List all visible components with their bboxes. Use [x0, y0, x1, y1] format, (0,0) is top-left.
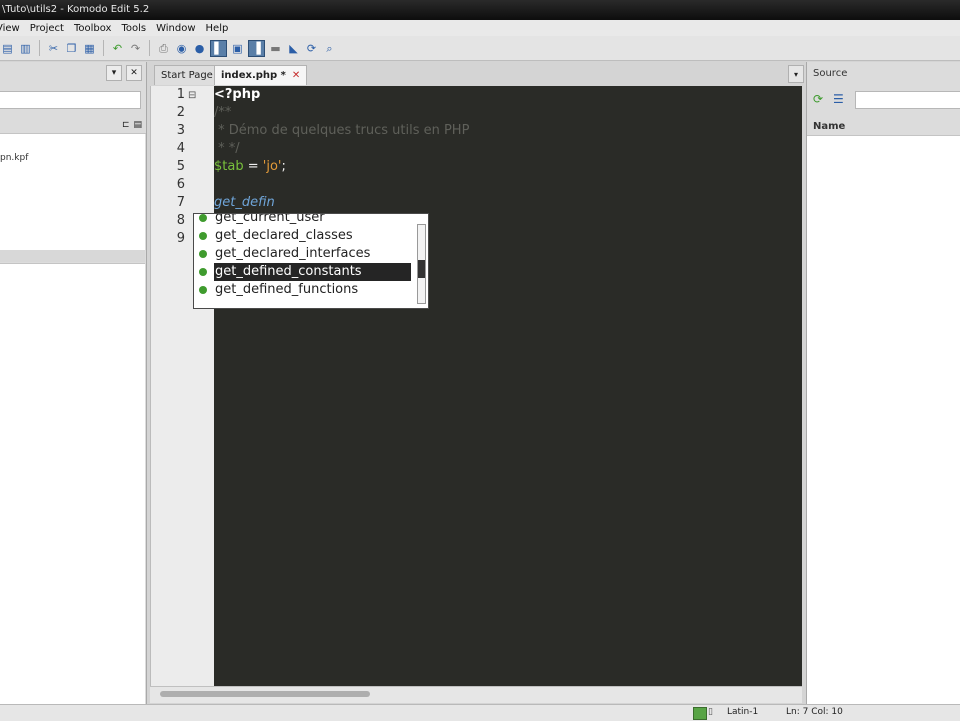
tree-menu-icon[interactable]: ▤: [133, 120, 142, 130]
menu-bar: View Project Toolbox Tools Window Help: [0, 20, 960, 36]
chevron-down-icon[interactable]: ▾: [106, 65, 122, 81]
tab-label: Start Page: [161, 70, 213, 81]
toolbar-separator: [103, 40, 104, 56]
autocomplete-item[interactable]: get_declared_interfaces: [194, 245, 412, 263]
fold-icon[interactable]: ⊟: [188, 90, 198, 101]
tab-index-php[interactable]: index.php * ✕: [214, 65, 308, 85]
left-pane-header: ▾ ✕: [0, 62, 146, 84]
toolbar-separator: [39, 40, 40, 56]
semicolon-token: ;: [281, 159, 286, 174]
line-number: 3: [176, 123, 185, 138]
autocomplete-item[interactable]: get_defined_functions: [194, 281, 412, 299]
string-token: 'jo': [262, 159, 282, 174]
menu-help[interactable]: Help: [201, 23, 234, 34]
project-filter-input[interactable]: [0, 91, 141, 109]
save-all-icon[interactable]: ▥: [18, 41, 33, 56]
autocomplete-scrollbar[interactable]: [417, 224, 426, 304]
function-icon: [199, 214, 207, 222]
cut-icon[interactable]: ✂: [46, 41, 61, 56]
chevron-down-icon[interactable]: ▾: [788, 65, 804, 83]
menu-tools[interactable]: Tools: [116, 23, 151, 34]
refresh-icon[interactable]: ⟳: [813, 92, 827, 106]
pane-divider[interactable]: [0, 250, 145, 262]
tab-start-page[interactable]: Start Page: [154, 65, 220, 85]
left-pane: ▾ ✕ ⊏ ▤ pn.kpf: [0, 62, 147, 705]
redo-icon[interactable]: ↷: [128, 41, 143, 56]
toolbar-separator: [149, 40, 150, 56]
left-pane-toggle-icon[interactable]: ▌: [210, 39, 227, 57]
title-bar: \Tuto\utils2 - Komodo Edit 5.2: [0, 0, 960, 20]
paste-icon[interactable]: ▦: [82, 41, 97, 56]
code-browser-search-input[interactable]: [855, 91, 960, 109]
editor-horizontal-scrollbar[interactable]: [150, 686, 802, 703]
run-icon[interactable]: ◣: [286, 41, 301, 56]
right-pane: Source ⟳ ☰ Name: [806, 62, 960, 704]
menu-project[interactable]: Project: [25, 23, 69, 34]
variable-token: $tab: [214, 159, 244, 174]
menu-view[interactable]: View: [0, 23, 25, 34]
browser-icon[interactable]: ●: [192, 41, 207, 56]
code-line-comment: * */: [214, 141, 240, 156]
function-icon: [199, 286, 207, 294]
code-editor[interactable]: <?php /** * Démo de quelques trucs utils…: [214, 86, 802, 686]
tree-options-icon[interactable]: ⊏: [122, 120, 130, 130]
autocomplete-item[interactable]: get_current_user: [194, 214, 412, 227]
line-number: 6: [176, 177, 185, 192]
undo-icon[interactable]: ↶: [110, 41, 125, 56]
right-pane-toggle-icon[interactable]: ▐: [248, 39, 265, 57]
code-line-comment: /**: [214, 105, 232, 120]
code-browser-tree: [807, 136, 960, 704]
project-tree: pn.kpf: [0, 134, 145, 250]
operator-token: =: [243, 159, 263, 174]
autocomplete-item-selected[interactable]: get_defined_constants: [199, 263, 411, 281]
window-title: \Tuto\utils2 - Komodo Edit 5.2: [2, 4, 150, 15]
syntax-check-icon[interactable]: [693, 707, 707, 720]
tab-label: index.php *: [221, 70, 286, 81]
list-view-icon[interactable]: ☰: [833, 92, 847, 106]
cursor-position: Ln: 7 Col: 10: [786, 707, 843, 717]
code-line-assignment: $tab = 'jo';: [214, 159, 286, 174]
function-icon: [199, 268, 207, 276]
line-number: 2: [176, 105, 185, 120]
line-number: 9: [176, 231, 185, 246]
menu-window[interactable]: Window: [151, 23, 200, 34]
editor-tabs: Start Page index.php * ✕ ▾: [150, 62, 804, 86]
scrollbar-thumb[interactable]: [418, 260, 425, 278]
project-file-item[interactable]: pn.kpf: [0, 153, 28, 163]
column-name-label: Name: [813, 121, 846, 132]
line-number: 4: [176, 141, 185, 156]
status-bar: ▯ Latin-1 Ln: 7 Col: 10: [0, 704, 960, 721]
code-line-function-typing: get_defin: [214, 195, 275, 210]
function-icon: [199, 232, 207, 240]
left-pane-lower: [0, 263, 145, 705]
autocomplete-item[interactable]: get_declared_classes: [194, 227, 412, 245]
function-icon: [199, 250, 207, 258]
encoding-indicator[interactable]: Latin-1: [727, 707, 758, 717]
print-icon[interactable]: ⎙: [156, 41, 171, 56]
preview-icon[interactable]: ◉: [174, 41, 189, 56]
macro-icon[interactable]: ▬: [268, 41, 283, 56]
tree-header: ⊏ ▤: [0, 117, 146, 134]
line-number-gutter: 1 ⊟ 2 3 4 5 6 7 8 9: [150, 86, 215, 686]
close-icon[interactable]: ✕: [292, 70, 300, 81]
scrollbar-thumb[interactable]: [160, 691, 370, 697]
pane-title: Source: [813, 68, 848, 79]
toolbar: ▤ ▥ ✂ ❐ ▦ ↶ ↷ ⎙ ◉ ● ▌ ▣ ▐ ▬ ◣ ⟳ ⌕: [0, 36, 960, 61]
save-icon[interactable]: ▤: [0, 41, 15, 56]
code-line-php-open: <?php: [214, 87, 261, 102]
menu-toolbox[interactable]: Toolbox: [69, 23, 117, 34]
line-number: 8: [176, 213, 185, 228]
lock-icon: ▯: [708, 707, 713, 717]
column-header[interactable]: Name: [807, 119, 960, 136]
find-icon[interactable]: ⌕: [322, 41, 337, 56]
line-number: 1: [176, 87, 185, 102]
code-line-comment: * Démo de quelques trucs utils en PHP: [214, 123, 470, 138]
copy-icon[interactable]: ❐: [64, 41, 79, 56]
line-number: 5: [176, 159, 185, 174]
line-number: 7: [176, 195, 185, 210]
bottom-pane-toggle-icon[interactable]: ▣: [230, 41, 245, 56]
sync-icon[interactable]: ⟳: [304, 41, 319, 56]
autocomplete-popup: get_current_user get_declared_classes ge…: [193, 213, 429, 309]
close-icon[interactable]: ✕: [126, 65, 142, 81]
